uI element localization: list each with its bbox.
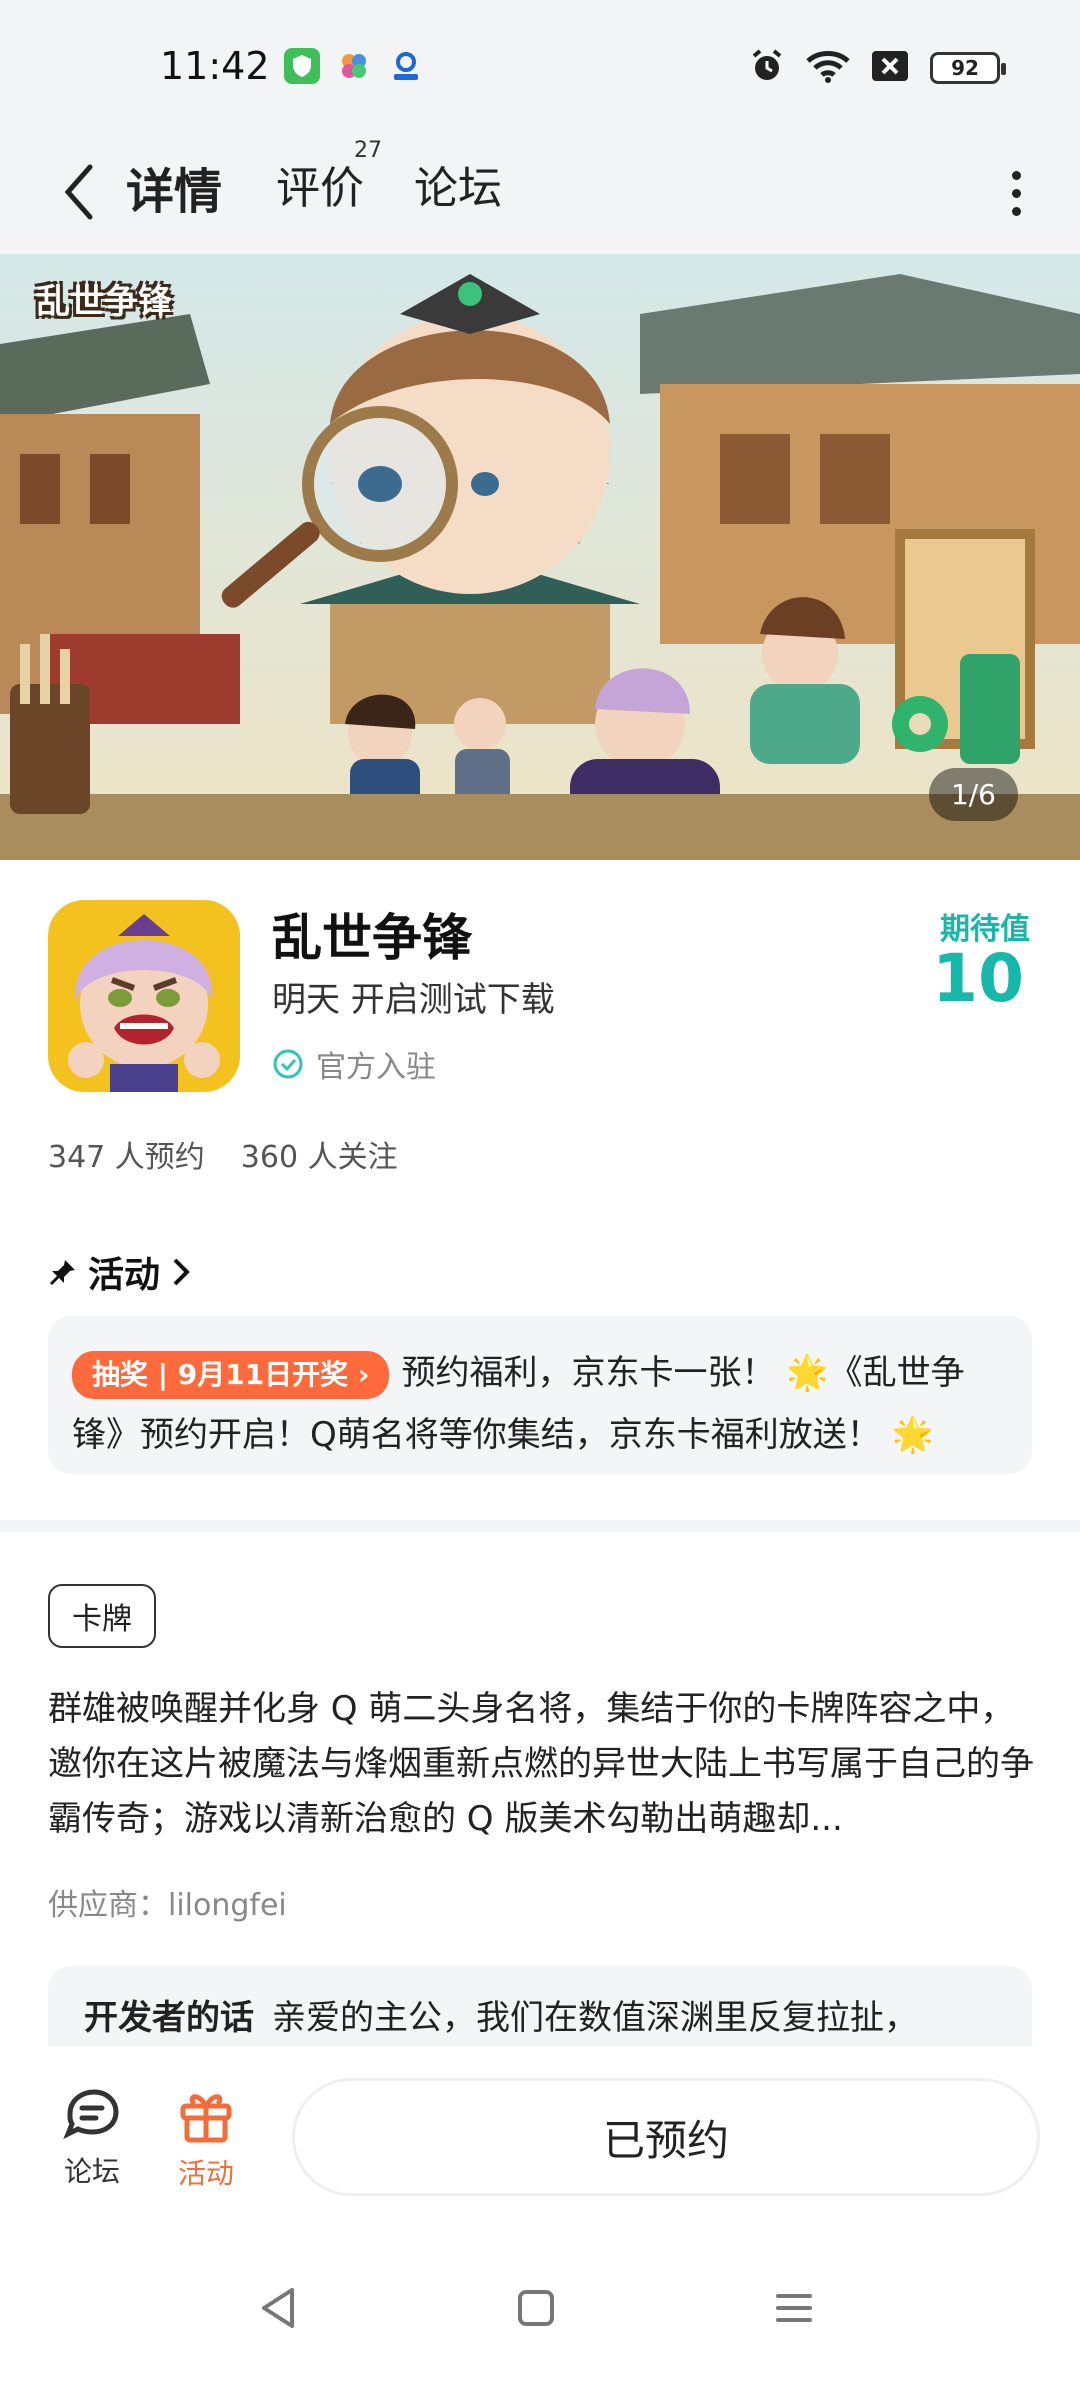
developer-note-card[interactable]: 开发者的话 亲爱的主公，我们在数值深渊里反复拉扯， (48, 1966, 1032, 2046)
developer-note-label: 开发者的话 (84, 1998, 254, 2038)
shield-app-icon (284, 48, 320, 84)
app-stats: 347 人预约 360 人关注 (48, 1132, 398, 1176)
tab-forum[interactable]: 论坛 (414, 152, 502, 216)
forum-shortcut[interactable]: 论坛 (42, 2088, 142, 2190)
menu-lines-icon (776, 2294, 812, 2322)
more-dot (1011, 206, 1021, 216)
back-button[interactable] (44, 152, 114, 232)
provider-info: 供应商：lilongfei (48, 1888, 287, 1923)
banner-logo: 乱世争锋 (36, 282, 172, 322)
status-bar: 11:42 92 (0, 0, 1080, 130)
more-dot (1011, 170, 1021, 180)
banner-page-indicator: 1/6 (928, 768, 1018, 821)
pin-icon (49, 1260, 75, 1286)
back-triangle-icon (262, 2288, 294, 2328)
tab-details-label: 详情 (126, 164, 223, 220)
verified-check-icon (273, 1049, 303, 1079)
app-icon (48, 900, 240, 1092)
reserved-button[interactable]: 已预约 (292, 2078, 1040, 2196)
system-home-button[interactable] (506, 2278, 566, 2338)
top-nav: 详情 评价 27 论坛 (0, 130, 1080, 254)
activity-card[interactable]: 抽奖 | 9月11日开奖 › 预约福利，京东卡一张！ 🌟《乱世争锋》预约开启！Q萌… (48, 1316, 1032, 1474)
tab-reviews-label: 评价 (276, 163, 364, 214)
app-name: 乱世争锋 (272, 909, 472, 967)
tab-forum-label: 论坛 (414, 163, 502, 214)
tab-details[interactable]: 详情 (122, 152, 227, 224)
chevron-right-icon (173, 1258, 190, 1286)
activity-title: 活动 (88, 1255, 161, 1296)
flower-app-icon (336, 48, 372, 84)
reservation-count: 347 人预约 (48, 1140, 205, 1175)
official-badge: 官方入驻 (272, 1042, 436, 1086)
more-dot (1011, 188, 1021, 198)
activity-shortcut-label: 活动 (177, 2157, 234, 2190)
battery-icon: 92 (930, 52, 1006, 84)
genre-tag[interactable]: 卡牌 (48, 1584, 156, 1648)
gift-icon (180, 2094, 232, 2143)
app-icon-image (48, 900, 240, 1092)
expectation-value: 10 (932, 940, 1024, 1017)
lottery-tag: 抽奖 | 9月11日开奖 › (72, 1350, 390, 1399)
chevron-left-icon (64, 164, 93, 220)
home-square-icon (518, 2290, 554, 2326)
banner-carousel[interactable]: 乱世争锋 1/6 (0, 254, 1080, 860)
location-app-icon (388, 48, 424, 84)
bottom-action-bar: 论坛 活动 已预约 (0, 2046, 1080, 2236)
developer-note-text: 亲爱的主公，我们在数值深渊里反复拉扯， (272, 1998, 918, 2038)
activity-section-header[interactable]: 活动 (48, 1246, 192, 1298)
game-description[interactable]: 群雄被唤醒并化身 Q 萌二头身名将，集结于你的卡牌阵容之中，邀你在这片被魔法与烽… (48, 1682, 1038, 1847)
banner-illustration (0, 254, 1080, 860)
status-time: 11:42 (160, 44, 270, 88)
section-divider (0, 1520, 1080, 1532)
more-options-button[interactable] (986, 158, 1046, 228)
review-count-badge: 27 (354, 138, 382, 163)
wifi-icon (806, 49, 850, 87)
official-label: 官方入驻 (316, 1050, 436, 1085)
app-launch-info: 明天 开启测试下载 (272, 980, 555, 1020)
lottery-tag-label: 抽奖 | 9月11日开奖 (92, 1357, 349, 1391)
system-menu-button[interactable] (764, 2278, 824, 2338)
forum-shortcut-label: 论坛 (63, 2155, 120, 2188)
system-navigation-bar (0, 2236, 1080, 2400)
tab-reviews[interactable]: 评价 (276, 152, 364, 216)
activity-shortcut[interactable]: 活动 (156, 2088, 256, 2192)
chat-bubble-icon (63, 2089, 119, 2140)
system-back-button[interactable] (248, 2278, 308, 2338)
status-icons: 92 (750, 48, 1006, 88)
sim-off-icon (872, 51, 908, 85)
alarm-icon (750, 48, 784, 88)
follower-count: 360 人关注 (240, 1140, 398, 1175)
